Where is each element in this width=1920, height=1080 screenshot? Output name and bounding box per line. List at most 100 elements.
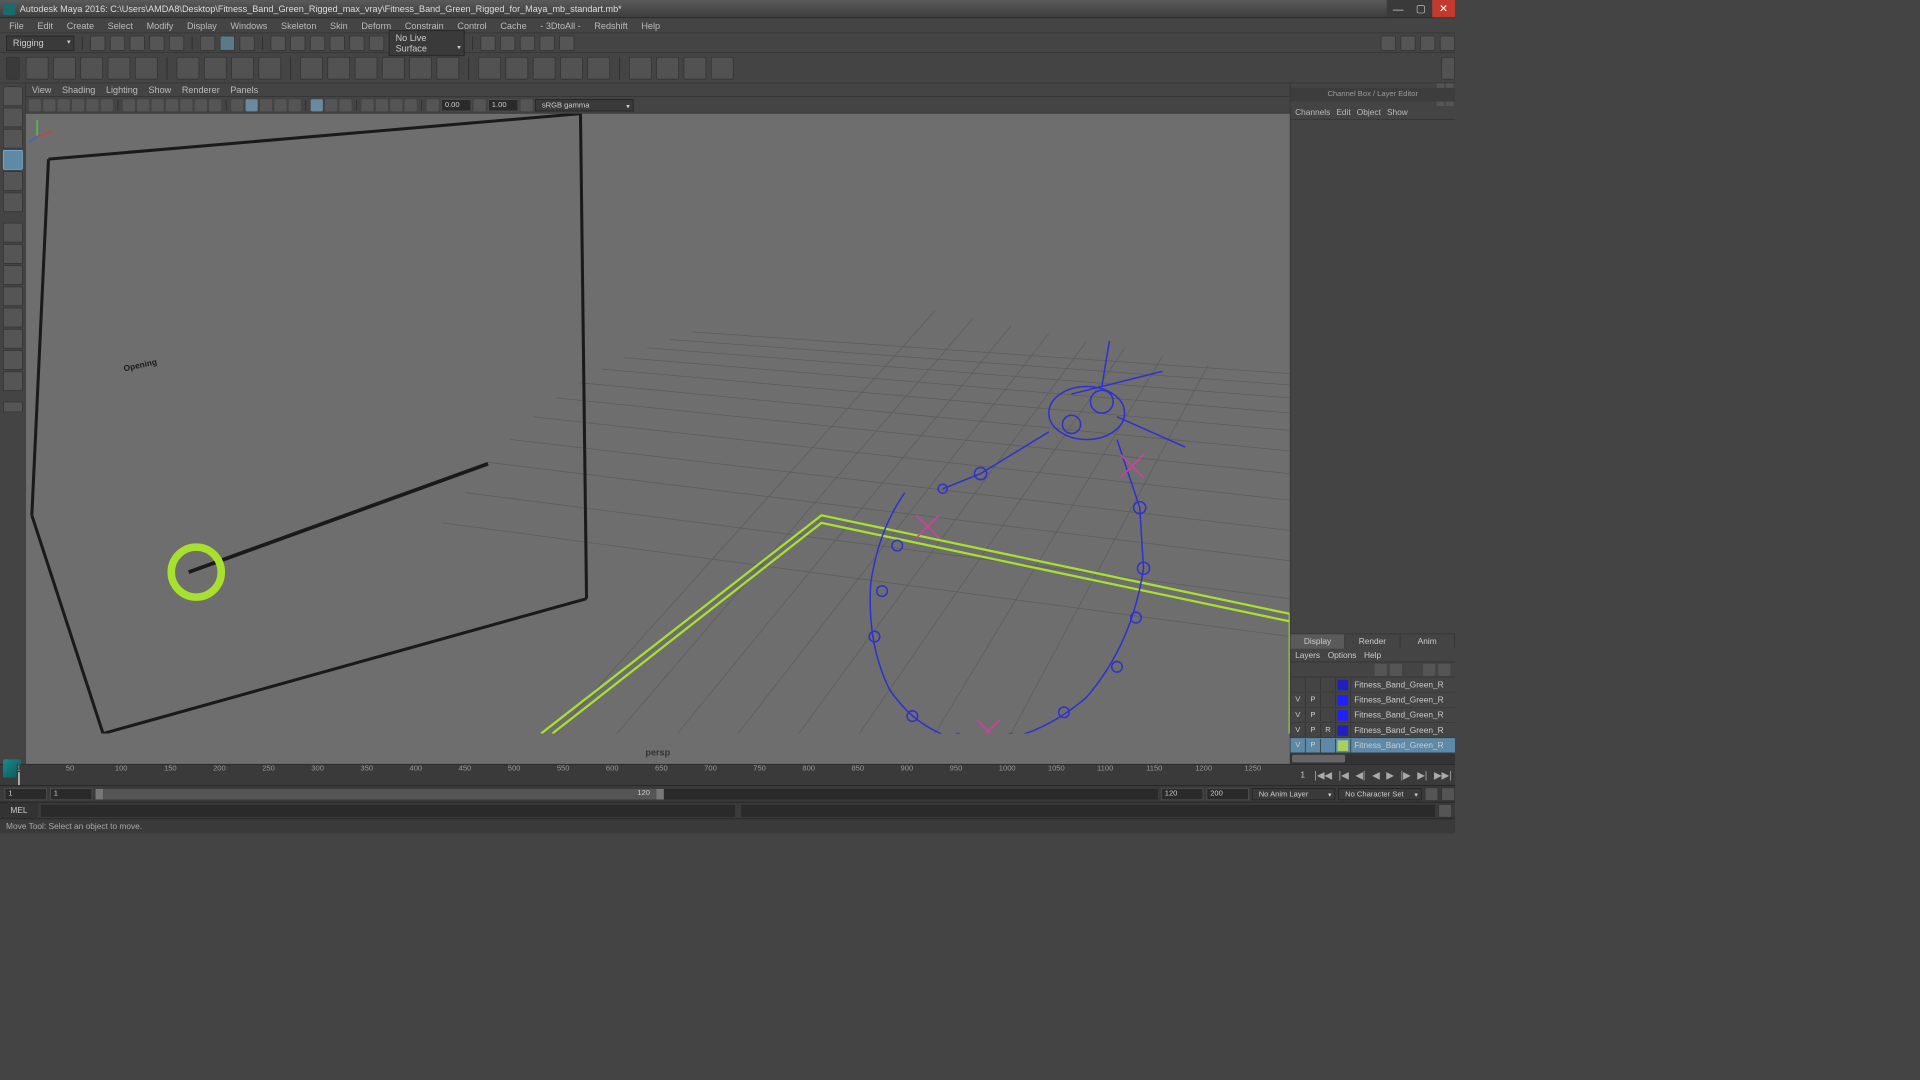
range-knob-start[interactable] (95, 788, 103, 799)
panel-layout-icon[interactable] (1420, 35, 1435, 50)
layer-row[interactable]: VPRFitness_Band_Green_R (1291, 723, 1455, 738)
select-tool-icon[interactable] (3, 86, 23, 106)
layout-persp-icon[interactable] (3, 329, 23, 349)
layer-color-swatch[interactable] (1336, 708, 1351, 722)
play-back-button[interactable]: ◀ (1372, 769, 1380, 781)
prefs-icon[interactable] (1441, 787, 1455, 801)
vp-safe-title-icon[interactable] (209, 99, 221, 111)
layer-vis-toggle[interactable]: V (1291, 723, 1306, 737)
render-settings-icon[interactable] (520, 35, 535, 50)
move-tool-icon[interactable] (3, 150, 23, 170)
shelf-tool-icon[interactable] (656, 56, 679, 79)
shelf-tool-icon[interactable] (135, 56, 158, 79)
shelf-tool-icon[interactable] (231, 56, 254, 79)
paint-select-tool-icon[interactable] (3, 129, 23, 149)
vp-lights-icon[interactable] (274, 99, 286, 111)
cb-menu-object[interactable]: Object (1357, 108, 1381, 117)
range-slider[interactable]: 120 (95, 788, 1157, 799)
shelf-tool-icon[interactable] (711, 56, 734, 79)
vp-menu-shading[interactable]: Shading (62, 84, 95, 95)
step-forward-button[interactable]: |▶ (1400, 769, 1410, 781)
shelf-tab-icon[interactable] (6, 56, 20, 79)
render-icon[interactable] (480, 35, 495, 50)
cb-menu-edit[interactable]: Edit (1336, 108, 1350, 117)
cb-menu-channels[interactable]: Channels (1295, 108, 1330, 117)
snap-live-icon[interactable] (349, 35, 364, 50)
save-scene-icon[interactable] (130, 35, 145, 50)
layer-playback-toggle[interactable]: P (1306, 723, 1321, 737)
vp-select-camera-icon[interactable] (29, 99, 41, 111)
shelf-tool-icon[interactable] (533, 56, 556, 79)
vp-gate-mask-icon[interactable] (166, 99, 178, 111)
shelf-tool-icon[interactable] (327, 56, 350, 79)
gamma-input[interactable]: 1.00 (488, 99, 518, 111)
layer-vis-toggle[interactable]: V (1291, 693, 1306, 707)
menu-skeleton[interactable]: Skeleton (275, 19, 323, 33)
layout-two-h-icon[interactable] (3, 265, 23, 285)
menu-file[interactable]: File (3, 19, 30, 33)
layer-color-swatch[interactable] (1336, 723, 1351, 737)
layer-name[interactable]: Fitness_Band_Green_R (1351, 726, 1455, 735)
vp-aa-icon[interactable] (405, 99, 417, 111)
layer-color-swatch[interactable] (1336, 678, 1351, 692)
layer-name[interactable]: Fitness_Band_Green_R (1351, 680, 1455, 689)
close-button[interactable]: ✕ (1432, 0, 1455, 17)
snap-curve-icon[interactable] (290, 35, 305, 50)
menu-select[interactable]: Select (102, 19, 139, 33)
step-back-button[interactable]: ◀| (1355, 769, 1365, 781)
snap-grid-icon[interactable] (271, 35, 286, 50)
layer-vis-toggle[interactable]: V (1291, 738, 1306, 752)
shelf-tool-icon[interactable] (629, 56, 652, 79)
range-start-input[interactable]: 1 (5, 788, 47, 800)
open-scene-icon[interactable] (110, 35, 125, 50)
shelf-tool-icon[interactable] (587, 56, 610, 79)
layer-playback-toggle[interactable]: P (1306, 738, 1321, 752)
layer-name[interactable]: Fitness_Band_Green_R (1351, 710, 1455, 719)
layer-move-down-icon[interactable] (1390, 663, 1402, 675)
anim-layer-dropdown[interactable]: No Anim Layer (1252, 788, 1335, 800)
layer-menu-layers[interactable]: Layers (1295, 651, 1320, 660)
menu-windows[interactable]: Windows (224, 19, 273, 33)
shelf-tool-icon[interactable] (258, 56, 281, 79)
panel-layout-icon[interactable] (1381, 35, 1396, 50)
vp-menu-panels[interactable]: Panels (230, 84, 258, 95)
menu-modify[interactable]: Modify (141, 19, 180, 33)
vp-bookmark-icon[interactable] (58, 99, 70, 111)
shelf-tool-icon[interactable] (684, 56, 707, 79)
cb-menu-show[interactable]: Show (1387, 108, 1408, 117)
layer-row[interactable]: VPFitness_Band_Green_R (1291, 693, 1455, 708)
vp-grease-icon[interactable] (101, 99, 113, 111)
rotate-tool-icon[interactable] (3, 171, 23, 191)
range-bar[interactable] (103, 788, 656, 799)
select-by-hierarchy-icon[interactable] (239, 35, 254, 50)
menu-skin[interactable]: Skin (324, 19, 354, 33)
layer-vis-toggle[interactable] (1291, 678, 1306, 692)
vp-menu-renderer[interactable]: Renderer (182, 84, 220, 95)
vp-xray-icon[interactable] (325, 99, 337, 111)
menu-display[interactable]: Display (181, 19, 223, 33)
undo-icon[interactable] (149, 35, 164, 50)
layer-type-toggle[interactable] (1321, 738, 1336, 752)
vp-depth-icon[interactable] (361, 99, 373, 111)
layer-playback-toggle[interactable] (1306, 678, 1321, 692)
menu-dtoall[interactable]: - 3DtoAll - (534, 19, 587, 33)
layer-new-selected-icon[interactable] (1438, 663, 1450, 675)
vp-image-plane-icon[interactable] (72, 99, 84, 111)
shelf-tool-icon[interactable] (436, 56, 459, 79)
layer-row[interactable]: VPFitness_Band_Green_R (1291, 738, 1455, 753)
step-forward-key-button[interactable]: ▶| (1417, 769, 1427, 781)
vp-ao-icon[interactable] (390, 99, 402, 111)
select-by-object-icon[interactable] (200, 35, 215, 50)
range-in-input[interactable]: 1 (50, 788, 92, 800)
shelf-tool-icon[interactable] (355, 56, 378, 79)
layer-tab-display[interactable]: Display (1291, 634, 1346, 648)
vp-safe-action-icon[interactable] (195, 99, 207, 111)
shelf-tool-icon[interactable] (108, 56, 131, 79)
make-live-icon[interactable] (369, 35, 384, 50)
layer-type-toggle[interactable] (1321, 693, 1336, 707)
shelf-tool-icon[interactable] (177, 56, 200, 79)
shelf-tool-icon[interactable] (560, 56, 583, 79)
range-end-input[interactable]: 200 (1206, 788, 1248, 800)
step-back-key-button[interactable]: |◀ (1339, 769, 1349, 781)
shelf-tool-icon[interactable] (478, 56, 501, 79)
